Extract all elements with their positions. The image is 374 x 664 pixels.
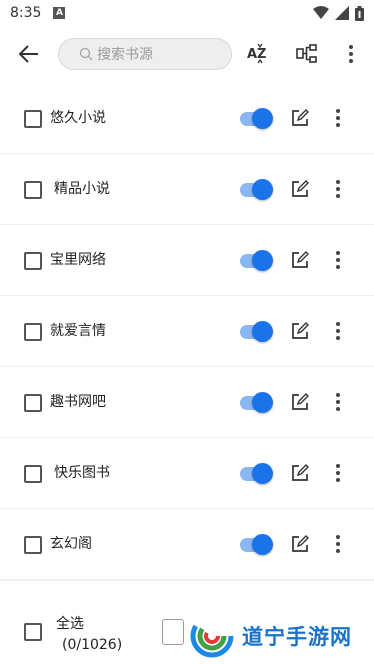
sort-az-icon: A Z bbox=[247, 43, 266, 64]
source-name: 精品小说 bbox=[54, 181, 110, 197]
enable-toggle[interactable] bbox=[238, 391, 274, 413]
list-item[interactable]: 就爱言情 bbox=[0, 296, 374, 367]
enable-toggle[interactable] bbox=[238, 178, 274, 200]
source-name: 悠久小说 bbox=[50, 110, 106, 126]
edit-icon[interactable] bbox=[290, 463, 310, 483]
more-vert-icon bbox=[349, 45, 353, 63]
list-item[interactable]: 悠久小说 bbox=[0, 83, 374, 154]
partial-button[interactable] bbox=[162, 619, 184, 645]
enable-toggle[interactable] bbox=[238, 320, 274, 342]
notification-icon: A bbox=[53, 7, 66, 19]
enable-toggle[interactable] bbox=[238, 107, 274, 129]
signal-icon bbox=[335, 6, 349, 20]
row-checkbox[interactable] bbox=[24, 536, 42, 554]
bottom-action-bar: 全选 (0/1026) 道宁手游网 bbox=[0, 580, 374, 664]
more-vert-icon bbox=[336, 322, 340, 340]
watermark: 道宁手游网 bbox=[190, 611, 370, 661]
enable-toggle[interactable] bbox=[238, 533, 274, 555]
list-item[interactable]: 玄幻阁 bbox=[0, 509, 374, 580]
search-placeholder: 搜索书源 bbox=[97, 47, 153, 63]
row-checkbox[interactable] bbox=[24, 252, 42, 270]
row-more-button[interactable] bbox=[330, 321, 346, 341]
selection-count: (0/1026) bbox=[62, 637, 123, 653]
row-checkbox[interactable] bbox=[24, 323, 42, 341]
edit-icon[interactable] bbox=[290, 534, 310, 554]
row-checkbox[interactable] bbox=[24, 465, 42, 483]
row-more-button[interactable] bbox=[330, 534, 346, 554]
status-time: 8:35 bbox=[10, 5, 42, 21]
group-button[interactable] bbox=[293, 40, 321, 68]
overflow-menu-button[interactable] bbox=[337, 40, 365, 68]
row-more-button[interactable] bbox=[330, 250, 346, 270]
row-checkbox[interactable] bbox=[24, 181, 42, 199]
back-button[interactable] bbox=[14, 40, 44, 68]
source-name: 趣书网吧 bbox=[50, 394, 106, 410]
source-list: 悠久小说 精品小说 宝里网络 就爱言情 趣书网吧 快乐图书 玄幻阁 bbox=[0, 83, 374, 580]
select-all-label[interactable]: 全选 bbox=[56, 613, 84, 633]
source-name: 快乐图书 bbox=[54, 465, 110, 481]
list-item[interactable]: 快乐图书 bbox=[0, 438, 374, 509]
row-more-button[interactable] bbox=[330, 179, 346, 199]
more-vert-icon bbox=[336, 464, 340, 482]
row-checkbox[interactable] bbox=[24, 110, 42, 128]
status-bar: 8:35 A bbox=[0, 0, 374, 26]
back-arrow-icon bbox=[19, 45, 38, 63]
source-name: 就爱言情 bbox=[50, 323, 106, 339]
source-name: 宝里网络 bbox=[50, 252, 106, 268]
edit-icon[interactable] bbox=[290, 321, 310, 341]
toolbar: 搜索书源 A Z bbox=[0, 30, 374, 78]
row-more-button[interactable] bbox=[330, 392, 346, 412]
source-name: 玄幻阁 bbox=[50, 536, 92, 552]
select-all-checkbox[interactable] bbox=[24, 623, 42, 641]
wifi-icon bbox=[313, 6, 329, 19]
row-more-button[interactable] bbox=[330, 463, 346, 483]
enable-toggle[interactable] bbox=[238, 249, 274, 271]
battery-icon bbox=[355, 5, 364, 21]
watermark-text: 道宁手游网 bbox=[242, 625, 352, 649]
tree-structure-icon bbox=[296, 44, 317, 63]
edit-icon[interactable] bbox=[290, 392, 310, 412]
svg-text:Z: Z bbox=[257, 47, 266, 62]
watermark-logo-icon bbox=[190, 614, 234, 658]
row-checkbox[interactable] bbox=[24, 394, 42, 412]
more-vert-icon bbox=[336, 393, 340, 411]
more-vert-icon bbox=[336, 180, 340, 198]
more-vert-icon bbox=[336, 109, 340, 127]
search-icon bbox=[79, 47, 93, 61]
enable-toggle[interactable] bbox=[238, 462, 274, 484]
svg-text:A: A bbox=[247, 47, 257, 62]
more-vert-icon bbox=[336, 251, 340, 269]
row-more-button[interactable] bbox=[330, 108, 346, 128]
more-vert-icon bbox=[336, 535, 340, 553]
status-indicators bbox=[313, 5, 364, 21]
sort-button[interactable]: A Z bbox=[244, 40, 272, 68]
list-item[interactable]: 精品小说 bbox=[0, 154, 374, 225]
edit-icon[interactable] bbox=[290, 250, 310, 270]
list-item[interactable]: 趣书网吧 bbox=[0, 367, 374, 438]
search-input[interactable]: 搜索书源 bbox=[58, 38, 232, 70]
edit-icon[interactable] bbox=[290, 179, 310, 199]
list-item[interactable]: 宝里网络 bbox=[0, 225, 374, 296]
edit-icon[interactable] bbox=[290, 108, 310, 128]
